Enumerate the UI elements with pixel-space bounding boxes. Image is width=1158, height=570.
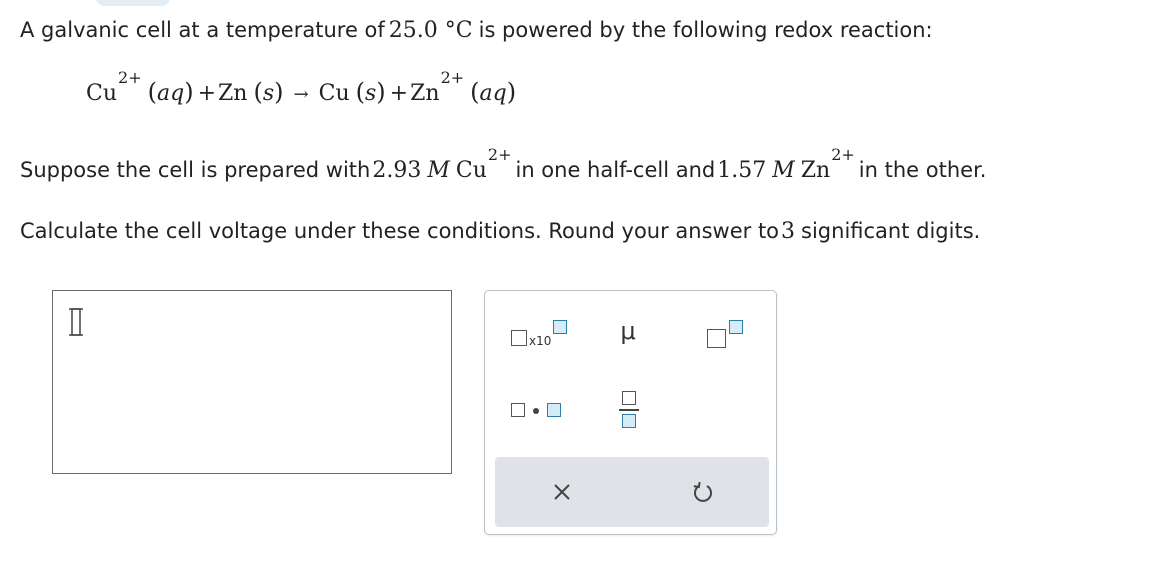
reactant2-symbol: Zn [218, 81, 248, 106]
ion1-symbol: Cu [455, 158, 487, 183]
intro-suffix: is powered by the following redox reacti… [478, 18, 933, 42]
dot-icon [533, 408, 539, 414]
palette-action-bar [495, 457, 769, 527]
paren-close-3: ) [376, 78, 386, 106]
input-cursor-icon [69, 308, 83, 336]
temperature: 25.0 °C [388, 18, 473, 43]
redox-reaction: Cu 2+ (aq) + Zn (s) → Cu (s) + Zn 2+ (aq… [86, 68, 517, 106]
molar-unit-2: M [772, 158, 795, 183]
intro-prefix: A galvanic cell at a temperature of [20, 18, 385, 42]
product1-symbol: Cu [318, 81, 350, 106]
top-tab-indicator [96, 0, 170, 6]
paren-close-1: ) [184, 78, 194, 106]
paren-close-4: ) [506, 78, 517, 106]
reactant2-state: s [262, 81, 275, 106]
concentration-1: 2.93 [372, 158, 422, 183]
conditions-prefix: Suppose the cell is prepared with [20, 158, 371, 182]
superscript-exponent-icon [729, 320, 743, 334]
base-placeholder-icon [511, 330, 527, 346]
superscript-base-icon [707, 329, 726, 348]
reactant1-charge: 2+ [118, 68, 142, 87]
fraction-bar-icon [619, 409, 639, 411]
conditions-middle: in one half-cell and [515, 158, 716, 182]
multiply-dot-button[interactable] [511, 399, 565, 421]
reaction-arrow-icon: → [293, 84, 309, 105]
mu-label: μ [620, 317, 636, 345]
dot-right-placeholder-icon [547, 403, 561, 417]
paren-open-2: ( [253, 78, 263, 106]
concentration-2: 1.57 [717, 158, 767, 183]
paren-open-4: ( [470, 78, 480, 106]
numerator-placeholder-icon [622, 391, 636, 405]
reactant1-state: aq [156, 81, 185, 106]
plus-1: + [197, 81, 216, 106]
scientific-notation-button[interactable]: x10 [511, 317, 571, 351]
x10-label: x10 [529, 334, 552, 348]
paren-open-1: ( [147, 78, 157, 106]
conditions-suffix: in the other. [858, 158, 987, 182]
ion1-charge: 2+ [487, 145, 512, 164]
undo-icon [693, 481, 712, 502]
dot-left-placeholder-icon [511, 403, 525, 417]
math-palette: x10 μ [484, 290, 777, 535]
question-conditions: Suppose the cell is prepared with 2.93 M… [20, 145, 987, 183]
micro-prefix-button[interactable]: μ [613, 317, 643, 351]
undo-button[interactable] [691, 480, 715, 504]
paren-open-3: ( [355, 78, 365, 106]
question-instruction: Calculate the cell voltage under these c… [20, 219, 980, 244]
exponent-placeholder-icon [553, 320, 567, 334]
reactant1-symbol: Cu [86, 81, 118, 106]
sig-figs: 3 [781, 219, 796, 244]
instruction-prefix: Calculate the cell voltage under these c… [20, 219, 780, 243]
ion2-charge: 2+ [831, 145, 855, 164]
product2-symbol: Zn [410, 81, 440, 106]
clear-button[interactable] [551, 481, 573, 503]
product1-state: s [365, 81, 377, 106]
product2-charge: 2+ [440, 68, 465, 87]
ion2-symbol: Zn [800, 158, 831, 183]
denominator-placeholder-icon [622, 414, 636, 428]
plus-2: + [389, 81, 409, 106]
answer-input[interactable] [52, 290, 452, 474]
fraction-button[interactable] [619, 391, 641, 431]
question-intro: A galvanic cell at a temperature of 25.0… [20, 18, 933, 43]
close-icon [554, 484, 570, 500]
superscript-button[interactable] [705, 317, 747, 351]
paren-close-2: ) [274, 78, 284, 106]
product2-state: aq [479, 81, 507, 106]
instruction-suffix: significant digits. [801, 219, 981, 243]
molar-unit-1: M [427, 158, 450, 183]
